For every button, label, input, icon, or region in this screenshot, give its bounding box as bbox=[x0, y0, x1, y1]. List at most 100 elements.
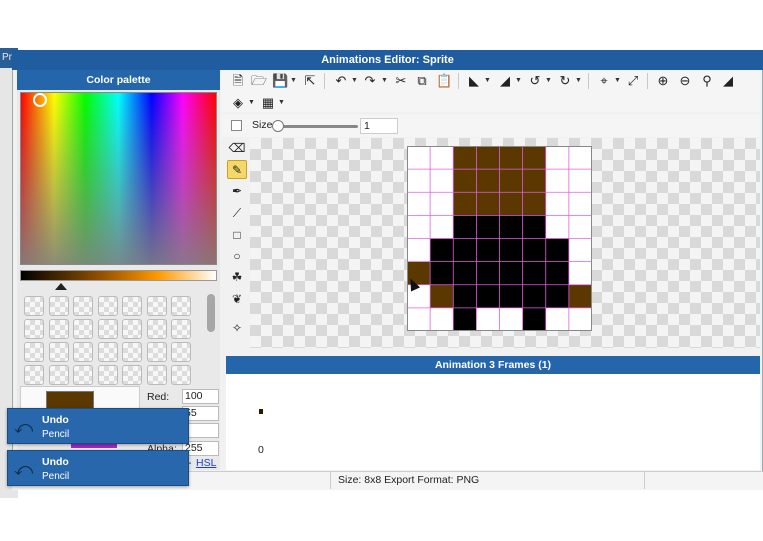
rotate-right-dropdown-icon[interactable]: ▼ bbox=[575, 73, 582, 89]
brush-icon[interactable]: ✒ bbox=[227, 182, 247, 201]
rectangle-icon[interactable]: □ bbox=[227, 226, 247, 245]
ellipse-icon[interactable]: ○ bbox=[227, 247, 247, 266]
spectrum-picker-cursor[interactable] bbox=[33, 93, 47, 107]
color-swatch[interactable] bbox=[97, 296, 118, 316]
sprite-pixel[interactable] bbox=[430, 238, 454, 262]
redo-dropdown-icon[interactable]: ▼ bbox=[381, 73, 388, 89]
zoom-in-icon[interactable]: ⊕ bbox=[655, 73, 671, 89]
new-file-icon[interactable]: 🗎 bbox=[230, 73, 246, 89]
flip-vertical-icon[interactable]: ◢ bbox=[497, 73, 513, 89]
size-slider-thumb[interactable] bbox=[272, 120, 284, 132]
color-swatch[interactable] bbox=[97, 319, 118, 339]
sprite-pixel[interactable] bbox=[453, 261, 477, 285]
export-icon[interactable]: ⇱ bbox=[302, 73, 318, 89]
hsl-link[interactable]: HSL bbox=[196, 457, 216, 469]
grid-dropdown-icon[interactable]: ▼ bbox=[278, 95, 285, 111]
color-swatch[interactable] bbox=[146, 342, 167, 362]
sprite-pixel[interactable] bbox=[545, 238, 569, 262]
color-swatch[interactable] bbox=[24, 365, 44, 385]
layers-dropdown-icon[interactable]: ▼ bbox=[248, 95, 255, 111]
color-swatch[interactable] bbox=[122, 342, 142, 362]
sprite-pixel[interactable] bbox=[522, 238, 546, 262]
color-swatch[interactable] bbox=[171, 365, 191, 385]
redo-icon[interactable]: ↷ bbox=[362, 73, 378, 89]
sprite-pixel[interactable] bbox=[453, 238, 477, 262]
select-icon[interactable]: ✧ bbox=[227, 319, 247, 338]
line-icon[interactable]: ⟋ bbox=[227, 204, 247, 223]
red-input[interactable]: 100 bbox=[182, 389, 219, 404]
fill-bucket-icon[interactable]: ☘ bbox=[227, 268, 247, 287]
undo-dropdown-icon[interactable]: ▼ bbox=[351, 73, 358, 89]
save-dropdown-icon[interactable]: ▼ bbox=[290, 73, 297, 89]
sprite-pixel[interactable] bbox=[476, 146, 500, 170]
eraser-icon[interactable]: ⌫ bbox=[227, 139, 247, 158]
sprite-pixel[interactable] bbox=[568, 284, 592, 308]
color-swatch[interactable] bbox=[97, 342, 118, 362]
sprite-pixel[interactable] bbox=[545, 284, 569, 308]
sprite-pixel[interactable] bbox=[499, 146, 523, 170]
sprite-pixel[interactable] bbox=[430, 261, 454, 285]
sprite-pixel[interactable] bbox=[522, 146, 546, 170]
sprite-pixel[interactable] bbox=[522, 169, 546, 193]
sprite-pixel[interactable] bbox=[522, 192, 546, 216]
color-swatch[interactable] bbox=[73, 365, 93, 385]
color-spectrum[interactable] bbox=[20, 92, 217, 265]
sprite-pixel[interactable] bbox=[453, 192, 477, 216]
open-folder-icon[interactable]: 🗁 bbox=[251, 73, 267, 89]
sprite-pixel[interactable] bbox=[453, 307, 477, 331]
color-swatch[interactable] bbox=[24, 296, 44, 316]
sprite-pixel[interactable] bbox=[522, 284, 546, 308]
color-swatch[interactable] bbox=[97, 365, 118, 385]
sprite-pixel[interactable] bbox=[522, 261, 546, 285]
sprite-pixel[interactable] bbox=[476, 261, 500, 285]
zoom-fit-icon[interactable]: ⚲ bbox=[699, 73, 715, 89]
color-swatch[interactable] bbox=[48, 342, 69, 362]
color-swatch[interactable] bbox=[171, 319, 191, 339]
swatch-scrollbar[interactable] bbox=[207, 294, 215, 332]
paste-icon[interactable]: 📋 bbox=[436, 73, 452, 89]
eyedropper-icon[interactable]: ❦ bbox=[227, 290, 247, 309]
rotate-right-icon[interactable]: ↻ bbox=[557, 73, 573, 89]
size-checkbox[interactable] bbox=[231, 120, 242, 131]
color-swatch[interactable] bbox=[48, 319, 69, 339]
color-swatch[interactable] bbox=[48, 365, 69, 385]
copy-icon[interactable]: ⧉ bbox=[414, 73, 430, 89]
sprite-pixel[interactable] bbox=[499, 261, 523, 285]
rotate-left-dropdown-icon[interactable]: ▼ bbox=[545, 73, 552, 89]
sprite-pixel[interactable] bbox=[499, 169, 523, 193]
save-icon[interactable]: 💾 bbox=[272, 73, 288, 89]
lightness-slider-marker[interactable] bbox=[55, 283, 67, 290]
sprite-pixel[interactable] bbox=[499, 238, 523, 262]
sprite-pixel[interactable] bbox=[499, 215, 523, 239]
sprite-pixel[interactable] bbox=[430, 284, 454, 308]
layers-icon[interactable]: ◈ bbox=[230, 95, 246, 111]
pencil-icon[interactable]: ✎ bbox=[227, 160, 247, 179]
sprite-pixel[interactable] bbox=[453, 215, 477, 239]
sprite-pixel[interactable] bbox=[522, 307, 546, 331]
animation-frame-thumbnail[interactable] bbox=[259, 409, 263, 414]
cut-icon[interactable]: ✂ bbox=[393, 73, 409, 89]
sprite-pixel[interactable] bbox=[476, 284, 500, 308]
sprite-pixel[interactable] bbox=[476, 169, 500, 193]
crop-icon[interactable]: ⌖ bbox=[596, 73, 612, 89]
sprite-pixel[interactable] bbox=[499, 192, 523, 216]
color-swatch[interactable] bbox=[146, 365, 167, 385]
color-swatch[interactable] bbox=[171, 342, 191, 362]
swap-colors-icon[interactable]: ◢ bbox=[720, 73, 736, 89]
sprite-pixel[interactable] bbox=[499, 284, 523, 308]
flip-horizontal-dropdown-icon[interactable]: ▼ bbox=[484, 73, 491, 89]
sprite-pixel[interactable] bbox=[476, 215, 500, 239]
sprite-pixel[interactable] bbox=[453, 284, 477, 308]
flip-vertical-dropdown-icon[interactable]: ▼ bbox=[515, 73, 522, 89]
color-swatch[interactable] bbox=[73, 296, 93, 316]
color-swatch[interactable] bbox=[122, 296, 142, 316]
undo-toast[interactable]: ⤺ Undo Pencil bbox=[7, 408, 189, 444]
color-swatch[interactable] bbox=[146, 319, 167, 339]
rotate-left-icon[interactable]: ↺ bbox=[527, 73, 543, 89]
color-swatch[interactable] bbox=[73, 319, 93, 339]
color-swatch[interactable] bbox=[122, 319, 142, 339]
lightness-slider[interactable] bbox=[20, 270, 217, 281]
color-swatch[interactable] bbox=[122, 365, 142, 385]
size-input[interactable]: 1 bbox=[360, 118, 398, 134]
color-swatch[interactable] bbox=[73, 342, 93, 362]
